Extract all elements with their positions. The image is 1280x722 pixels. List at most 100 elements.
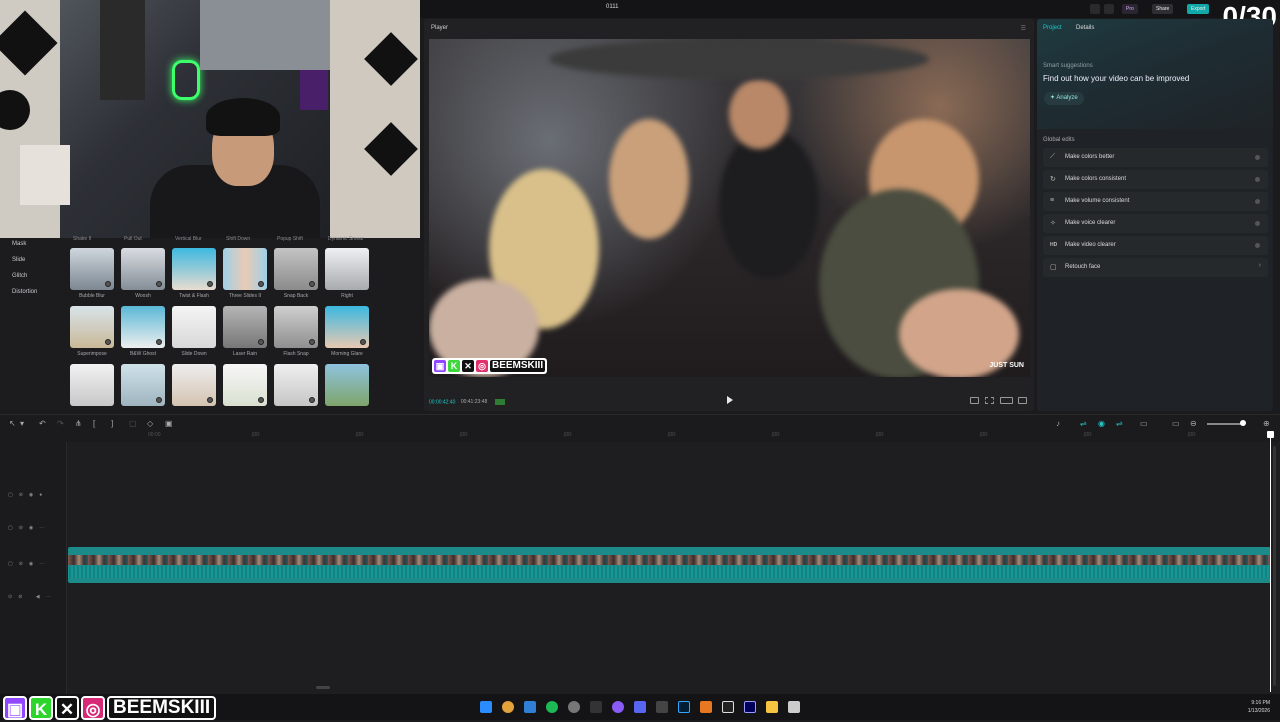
global-edit-item[interactable]: ⟋ Make colors better — [1043, 148, 1268, 167]
redo-icon[interactable]: ↷ — [57, 419, 64, 428]
windows-start-icon[interactable] — [480, 701, 492, 713]
effect-thumb[interactable] — [70, 306, 114, 348]
global-edit-item[interactable]: HD Make video clearer — [1043, 236, 1268, 255]
download-icon[interactable] — [258, 281, 264, 287]
zoom-in-icon[interactable]: ⊕ — [1263, 419, 1270, 428]
global-edit-item[interactable]: ▢ Retouch face › — [1043, 258, 1268, 277]
app-icon[interactable] — [656, 701, 668, 713]
preview-icon[interactable]: ▭ — [1140, 419, 1148, 428]
effect-thumb[interactable] — [121, 364, 165, 406]
effect-thumb[interactable] — [121, 306, 165, 348]
effect-thumb[interactable] — [325, 364, 369, 406]
trim-left-icon[interactable]: [ — [93, 419, 95, 428]
download-icon[interactable] — [207, 397, 213, 403]
chevron-down-icon[interactable]: ▾ — [20, 419, 24, 428]
scrollbar[interactable] — [316, 686, 330, 689]
capcut-icon[interactable] — [722, 701, 734, 713]
quality-icon[interactable] — [1000, 397, 1013, 404]
download-icon[interactable] — [360, 339, 366, 345]
download-icon[interactable] — [309, 281, 315, 287]
effect-thumb[interactable] — [325, 306, 369, 348]
select-tool-icon[interactable]: ↖ — [9, 419, 16, 428]
export-button[interactable]: Export — [1187, 4, 1210, 14]
download-icon[interactable] — [258, 339, 264, 345]
effect-thumb[interactable] — [274, 364, 318, 406]
download-icon[interactable] — [156, 339, 162, 345]
effect-thumb[interactable] — [172, 364, 216, 406]
premiere-icon[interactable] — [744, 701, 756, 713]
menu-icon[interactable]: ☰ — [1021, 25, 1026, 32]
download-icon[interactable] — [207, 281, 213, 287]
image-icon[interactable]: ▣ — [165, 419, 173, 428]
app-icon[interactable] — [788, 701, 800, 713]
global-edit-item[interactable]: ✧ Make voice clearer — [1043, 214, 1268, 233]
playhead[interactable] — [1270, 432, 1271, 692]
play-icon[interactable] — [727, 396, 733, 404]
category-slide[interactable]: Slide — [12, 257, 25, 263]
download-icon[interactable] — [258, 397, 264, 403]
spotify-icon[interactable] — [546, 701, 558, 713]
delete-icon[interactable]: ▢ — [129, 419, 137, 428]
vertical-scrollbar[interactable] — [1273, 446, 1276, 686]
shield-icon[interactable]: ◇ — [147, 419, 153, 428]
video-clip[interactable] — [68, 547, 1271, 583]
category-distortion[interactable]: Distortion — [12, 289, 37, 295]
timeline-ruler[interactable]: 00:00 |00: |00: |00: |00: |00: |00: |00:… — [68, 432, 1273, 442]
share-button[interactable]: Share — [1152, 4, 1174, 14]
effect-thumb[interactable] — [223, 364, 267, 406]
tab-project[interactable]: Project — [1043, 25, 1062, 31]
effect-thumb[interactable] — [274, 248, 318, 290]
track-controls[interactable]: ▢⊘◉⋯ — [8, 525, 50, 531]
track-controls[interactable]: ▢⊘◉⋯ — [8, 561, 50, 567]
split-icon[interactable]: ⋔ — [75, 419, 82, 428]
snap-icon[interactable]: ◉ — [1098, 419, 1105, 428]
download-icon[interactable] — [309, 339, 315, 345]
layout-icon[interactable] — [1090, 4, 1100, 14]
vlc-icon[interactable] — [700, 701, 712, 713]
track-controls[interactable]: ⊙⊘ ◀⋯ — [8, 594, 57, 600]
global-edit-item[interactable]: ≡ Make volume consistent — [1043, 192, 1268, 211]
global-edit-item[interactable]: ↻ Make colors consistent — [1043, 170, 1268, 189]
caption-icon[interactable]: ▭ — [1172, 419, 1180, 428]
pro-button[interactable]: Pro — [1122, 4, 1138, 14]
effect-thumb[interactable] — [223, 306, 267, 348]
effect-thumb[interactable] — [172, 248, 216, 290]
effect-thumb[interactable] — [274, 306, 318, 348]
app-icon[interactable] — [590, 701, 602, 713]
download-icon[interactable] — [156, 397, 162, 403]
trim-right-icon[interactable]: ] — [111, 419, 113, 428]
category-glitch[interactable]: Glitch — [12, 273, 27, 279]
effect-thumb[interactable] — [70, 364, 114, 406]
effect-thumb[interactable] — [223, 248, 267, 290]
photoshop-icon[interactable] — [678, 701, 690, 713]
clock[interactable]: 9:16 PM 1/13/2026 — [1248, 699, 1270, 715]
folder-icon[interactable] — [766, 701, 778, 713]
effect-thumb[interactable] — [325, 248, 369, 290]
zoom-slider-handle[interactable] — [1240, 420, 1246, 426]
app-icon[interactable] — [612, 701, 624, 713]
discord-icon[interactable] — [634, 701, 646, 713]
effect-thumb[interactable] — [70, 248, 114, 290]
effect-thumb[interactable] — [121, 248, 165, 290]
download-icon[interactable] — [309, 397, 315, 403]
app-icon[interactable] — [524, 701, 536, 713]
video-preview[interactable]: ▣ K ✕ ◎ BEEMSKIII JUST SUN — [429, 39, 1030, 377]
fullscreen-icon[interactable] — [1018, 397, 1027, 404]
effect-thumb[interactable] — [172, 306, 216, 348]
obs-icon[interactable] — [568, 701, 580, 713]
playhead-handle[interactable] — [1267, 431, 1274, 438]
chrome-icon[interactable] — [502, 701, 514, 713]
zoom-out-icon[interactable]: ⊖ — [1190, 419, 1197, 428]
undo-icon[interactable]: ↶ — [39, 419, 46, 428]
analyze-button[interactable]: ✦ Analyze — [1044, 92, 1084, 105]
download-icon[interactable] — [105, 281, 111, 287]
track-controls[interactable]: ▢⊘◉● — [8, 492, 48, 498]
crop-icon[interactable] — [985, 397, 994, 404]
magnet-icon[interactable]: ⇌ — [1116, 419, 1123, 428]
category-mask[interactable]: Mask — [12, 241, 26, 247]
monitor-icon[interactable] — [1104, 4, 1114, 14]
tab-details[interactable]: Details — [1076, 25, 1094, 31]
link-icon[interactable]: ⇌ — [1080, 419, 1087, 428]
aspect-ratio-icon[interactable] — [970, 397, 979, 404]
download-icon[interactable] — [105, 339, 111, 345]
